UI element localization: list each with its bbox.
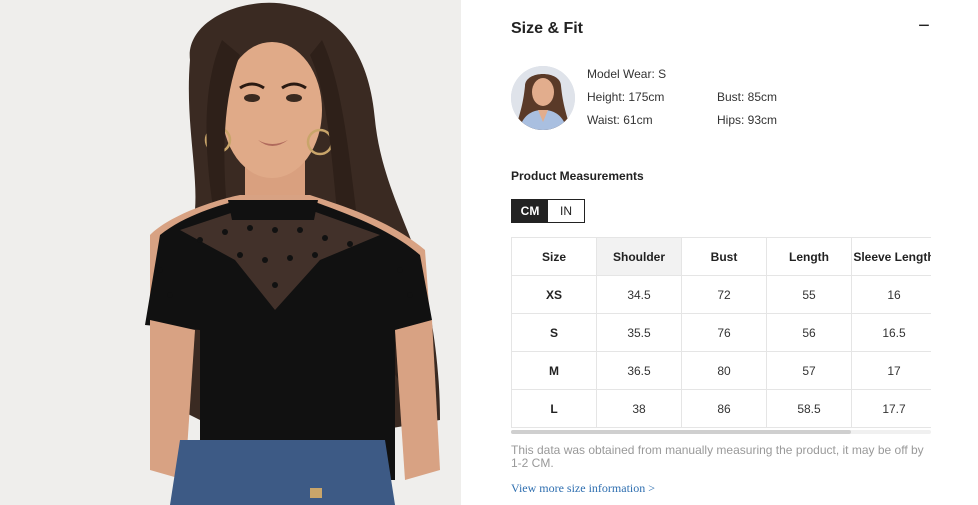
collapse-icon[interactable]: − (917, 16, 931, 36)
cell-bust: 86 (681, 389, 767, 428)
cell-shoulder: 34.5 (596, 275, 682, 314)
unit-toggle: CM IN (511, 199, 585, 223)
measurements-table: Size Shoulder Bust Length Sleeve Length … (511, 237, 931, 428)
model-hips: Hips: 93cm (717, 113, 778, 127)
size-fit-title: Size & Fit (511, 20, 584, 37)
cell-bust: 76 (681, 313, 767, 352)
cell-sleeve-length: 16.5 (851, 313, 931, 352)
model-height: Height: 175cm (587, 90, 665, 104)
cell-sleeve-length: 17 (851, 351, 931, 390)
cell-length: 55 (766, 275, 852, 314)
header-length: Length (766, 237, 852, 276)
product-photo (0, 0, 461, 505)
header-shoulder: Shoulder (596, 237, 682, 276)
measurement-note: This data was obtained from manually mea… (511, 443, 924, 470)
unit-in-button[interactable]: IN (548, 200, 584, 222)
scrollbar-thumb[interactable] (511, 430, 851, 434)
cell-size: L (511, 389, 597, 428)
cell-bust: 72 (681, 275, 767, 314)
size-fit-panel: Size & Fit − Model Wear: S Height: 175cm… (461, 0, 978, 505)
model-avatar (511, 66, 575, 130)
table-row: L 38 86 58.5 17.7 (511, 389, 931, 428)
cell-bust: 80 (681, 351, 767, 390)
header-bust: Bust (681, 237, 767, 276)
model-image (0, 0, 461, 505)
table-horizontal-scrollbar[interactable] (511, 430, 931, 434)
cell-size: S (511, 313, 597, 352)
cell-shoulder: 38 (596, 389, 682, 428)
model-bust: Bust: 85cm (717, 90, 778, 104)
header-size: Size (511, 237, 597, 276)
measurements-table-container[interactable]: Size Shoulder Bust Length Sleeve Length … (511, 237, 931, 433)
cell-size: M (511, 351, 597, 390)
cell-shoulder: 35.5 (596, 313, 682, 352)
table-header-row: Size Shoulder Bust Length Sleeve Length (511, 237, 931, 276)
table-row: S 35.5 76 56 16.5 (511, 313, 931, 352)
model-waist: Waist: 61cm (587, 113, 653, 127)
cell-shoulder: 36.5 (596, 351, 682, 390)
cell-size: XS (511, 275, 597, 314)
cell-sleeve-length: 17.7 (851, 389, 931, 428)
table-row: M 36.5 80 57 17 (511, 351, 931, 390)
unit-cm-button[interactable]: CM (512, 200, 548, 222)
cell-sleeve-length: 16 (851, 275, 931, 314)
table-row: XS 34.5 72 55 16 (511, 275, 931, 314)
header-sleeve-length: Sleeve Length (851, 237, 931, 276)
cell-length: 58.5 (766, 389, 852, 428)
cell-length: 56 (766, 313, 852, 352)
cell-length: 57 (766, 351, 852, 390)
model-wear: Model Wear: S (587, 67, 667, 81)
product-measurements-title: Product Measurements (511, 169, 644, 183)
view-more-size-info-link[interactable]: View more size information > (511, 481, 655, 496)
